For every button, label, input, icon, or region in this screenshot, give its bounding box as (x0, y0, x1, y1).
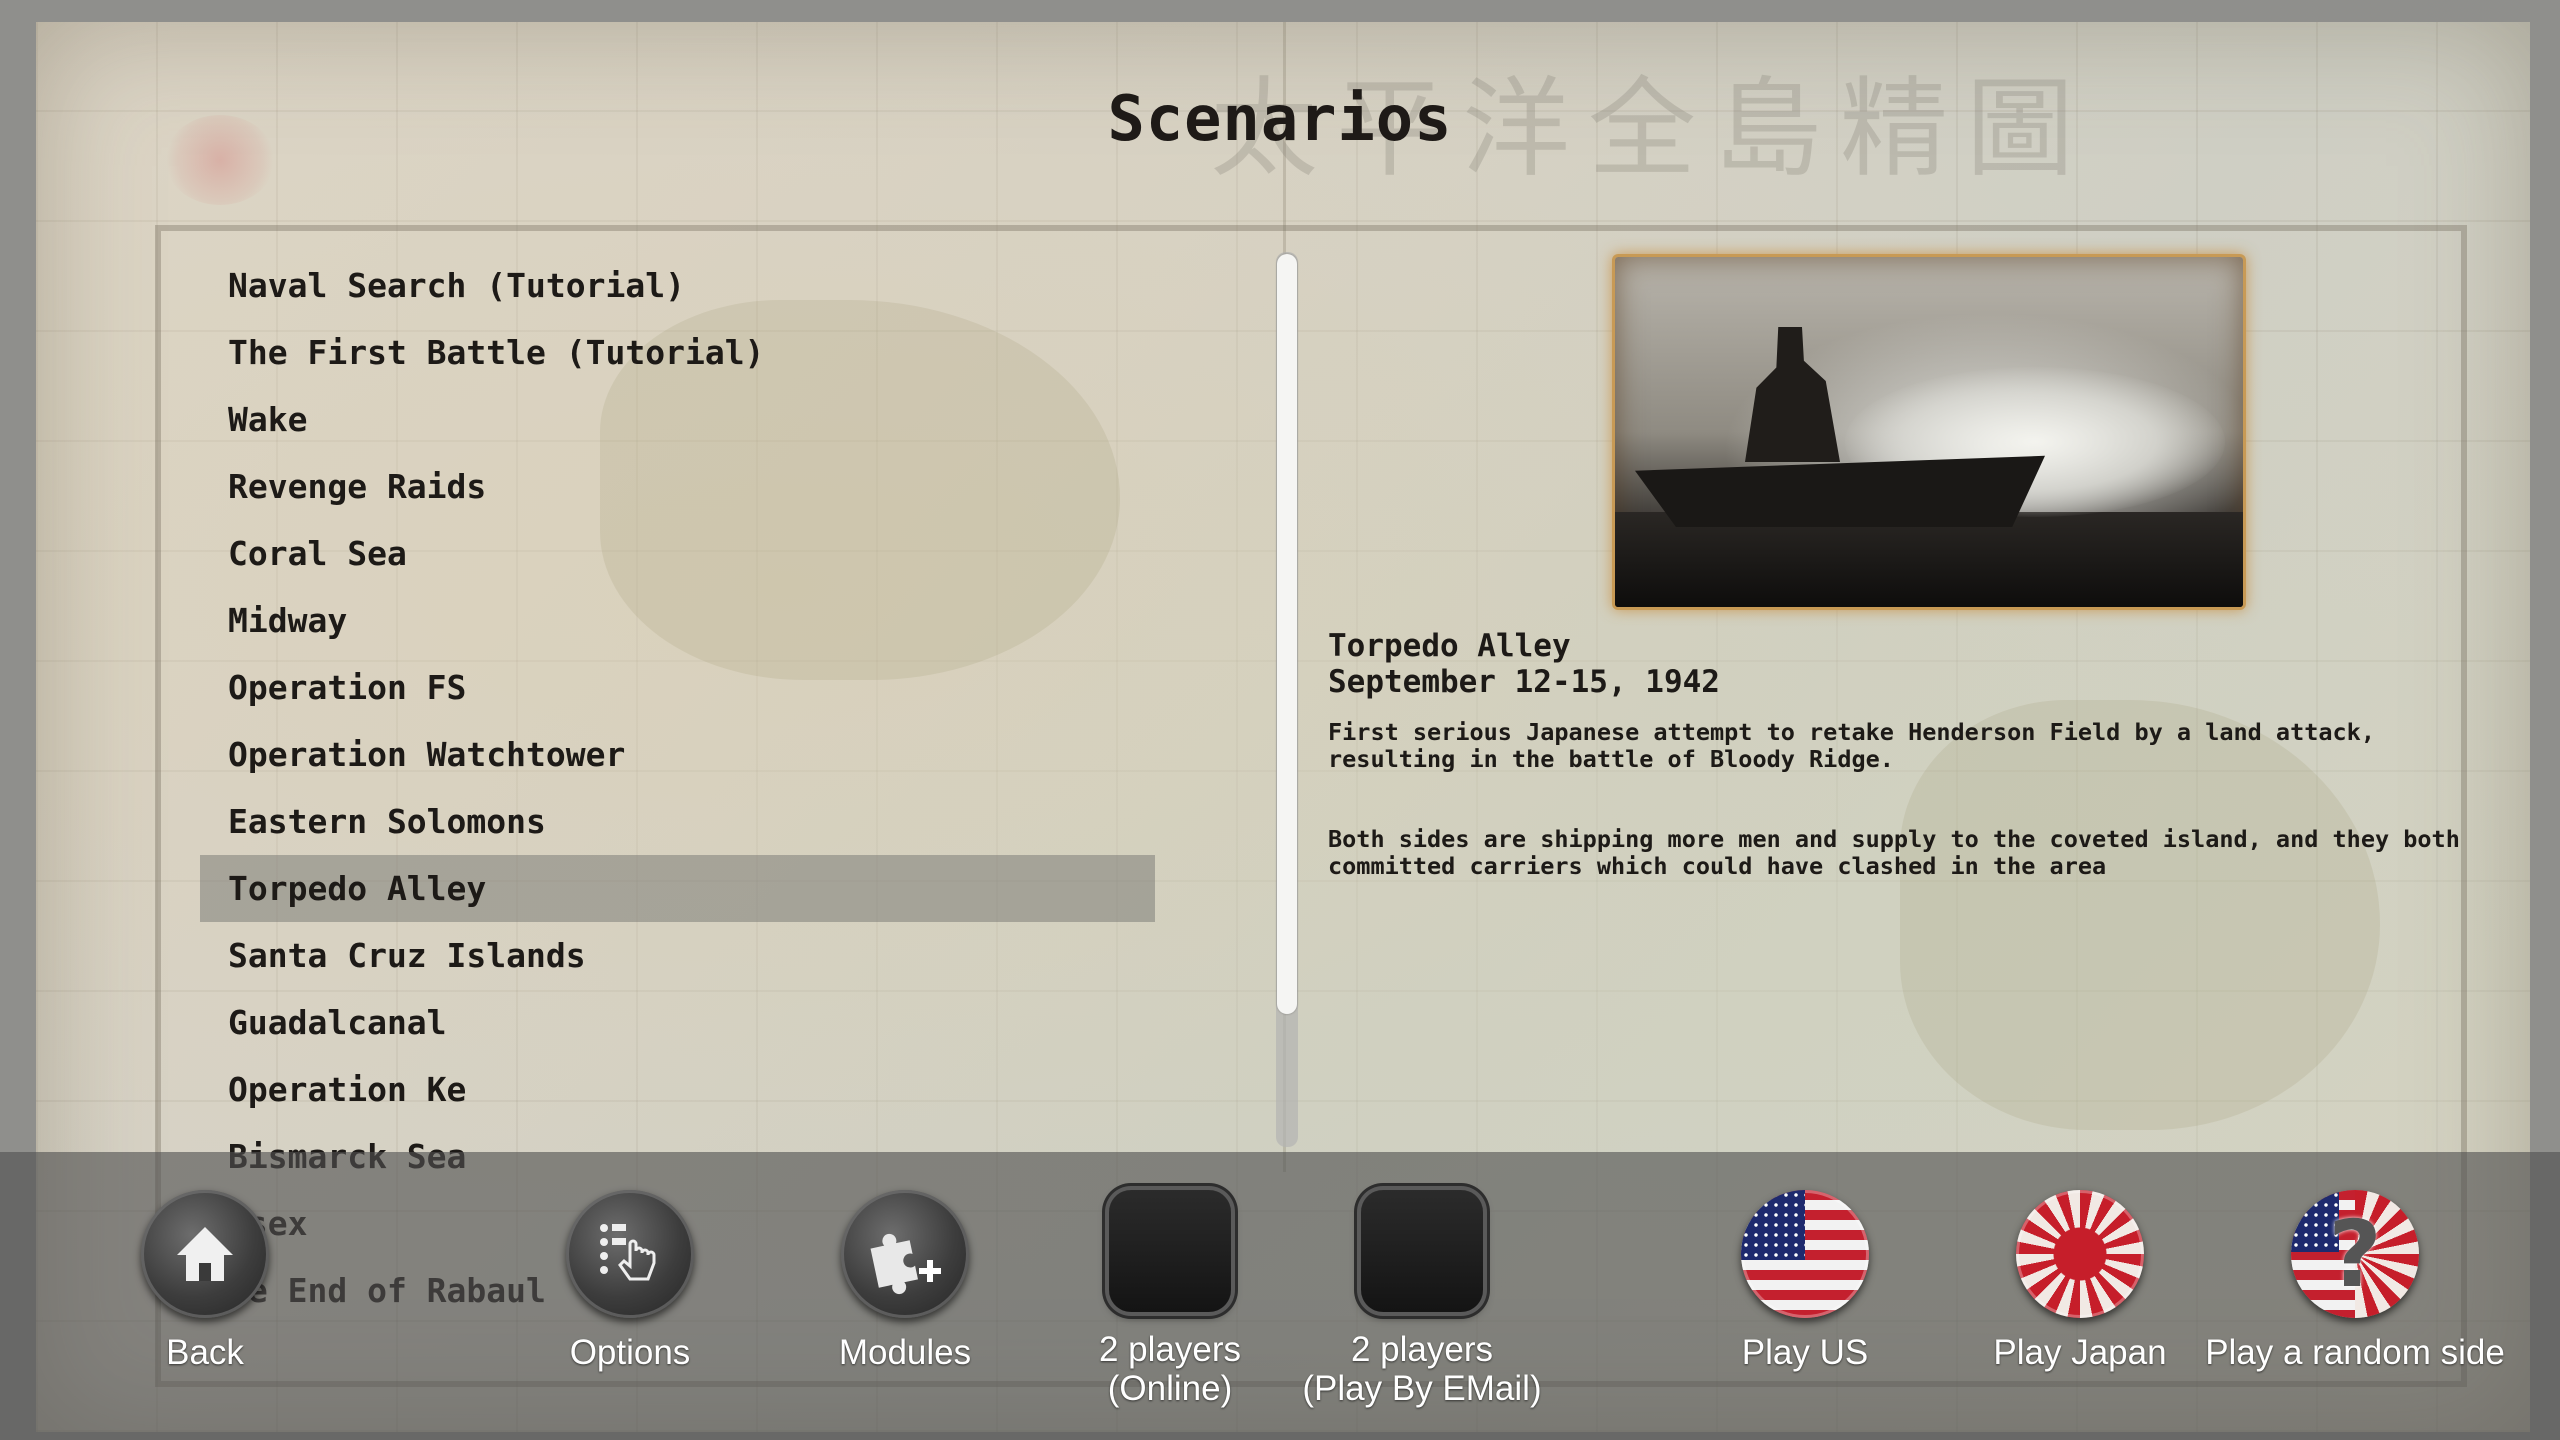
play-random-label: Play a random side (2205, 1333, 2505, 1372)
puzzle-add-icon (841, 1190, 969, 1318)
online-label-line2: (Online) (1107, 1369, 1233, 1408)
scenario-item[interactable]: Wake (200, 386, 1155, 453)
scenario-item[interactable]: The First Battle (Tutorial) (200, 319, 1155, 386)
play-us-label: Play US (1741, 1333, 1869, 1372)
scenario-name: Torpedo Alley (1328, 628, 1571, 664)
pbem-label-line2: (Play By EMail) (1302, 1369, 1542, 1408)
pbem-icon (1361, 1190, 1483, 1312)
home-icon (141, 1190, 269, 1318)
scenario-item[interactable]: Eastern Solomons (200, 788, 1155, 855)
random-side-icon: ? (2291, 1190, 2419, 1318)
scenario-item[interactable]: Operation Watchtower (200, 721, 1155, 788)
scenario-item[interactable]: Naval Search (Tutorial) (200, 252, 1155, 319)
two-players-pbem-button[interactable]: 2 players (Play By EMail) (1297, 1190, 1547, 1408)
photo-ship-tower (1745, 327, 1840, 462)
play-us-button[interactable]: Play US (1705, 1190, 1905, 1372)
scenario-date: September 12-15, 1942 (1328, 664, 1720, 700)
scenario-item[interactable]: Midway (200, 587, 1155, 654)
scenario-item[interactable]: Operation FS (200, 654, 1155, 721)
page-title: Scenarios (1107, 82, 1453, 155)
scenario-description: Both sides are shipping more men and sup… (1328, 825, 2460, 880)
back-label: Back (166, 1333, 244, 1372)
photo-ship-hull (1635, 455, 2045, 527)
japan-flag-icon (2016, 1190, 2144, 1318)
modules-label: Modules (838, 1333, 972, 1372)
scrollbar-thumb[interactable] (1277, 254, 1297, 1014)
modules-button[interactable]: Modules (805, 1190, 1005, 1372)
scenario-item[interactable]: Guadalcanal (200, 989, 1155, 1056)
play-random-button[interactable]: ? Play a random side (2205, 1190, 2505, 1372)
options-button[interactable]: Options (530, 1190, 730, 1372)
scenario-item[interactable]: Operation Ke (200, 1056, 1155, 1123)
us-flag-icon (1741, 1190, 1869, 1318)
online-icon (1109, 1190, 1231, 1312)
scenario-description: First serious Japanese attempt to retake… (1328, 718, 2375, 773)
scenario-item[interactable]: Santa Cruz Islands (200, 922, 1155, 989)
online-label-line1: 2 players (1098, 1330, 1242, 1369)
scenario-item[interactable]: Coral Sea (200, 520, 1155, 587)
play-japan-label: Play Japan (1993, 1333, 2167, 1372)
back-button[interactable]: Back (105, 1190, 305, 1372)
scenario-photo (1612, 254, 2246, 610)
play-japan-button[interactable]: Play Japan (1980, 1190, 2180, 1372)
pbem-label-line1: 2 players (1350, 1330, 1494, 1369)
options-label: Options (569, 1333, 691, 1372)
scenario-item[interactable]: Revenge Raids (200, 453, 1155, 520)
touch-options-icon (566, 1190, 694, 1318)
two-players-online-button[interactable]: 2 players (Online) (1070, 1190, 1270, 1408)
scenario-item-selected[interactable]: Torpedo Alley (200, 855, 1155, 922)
